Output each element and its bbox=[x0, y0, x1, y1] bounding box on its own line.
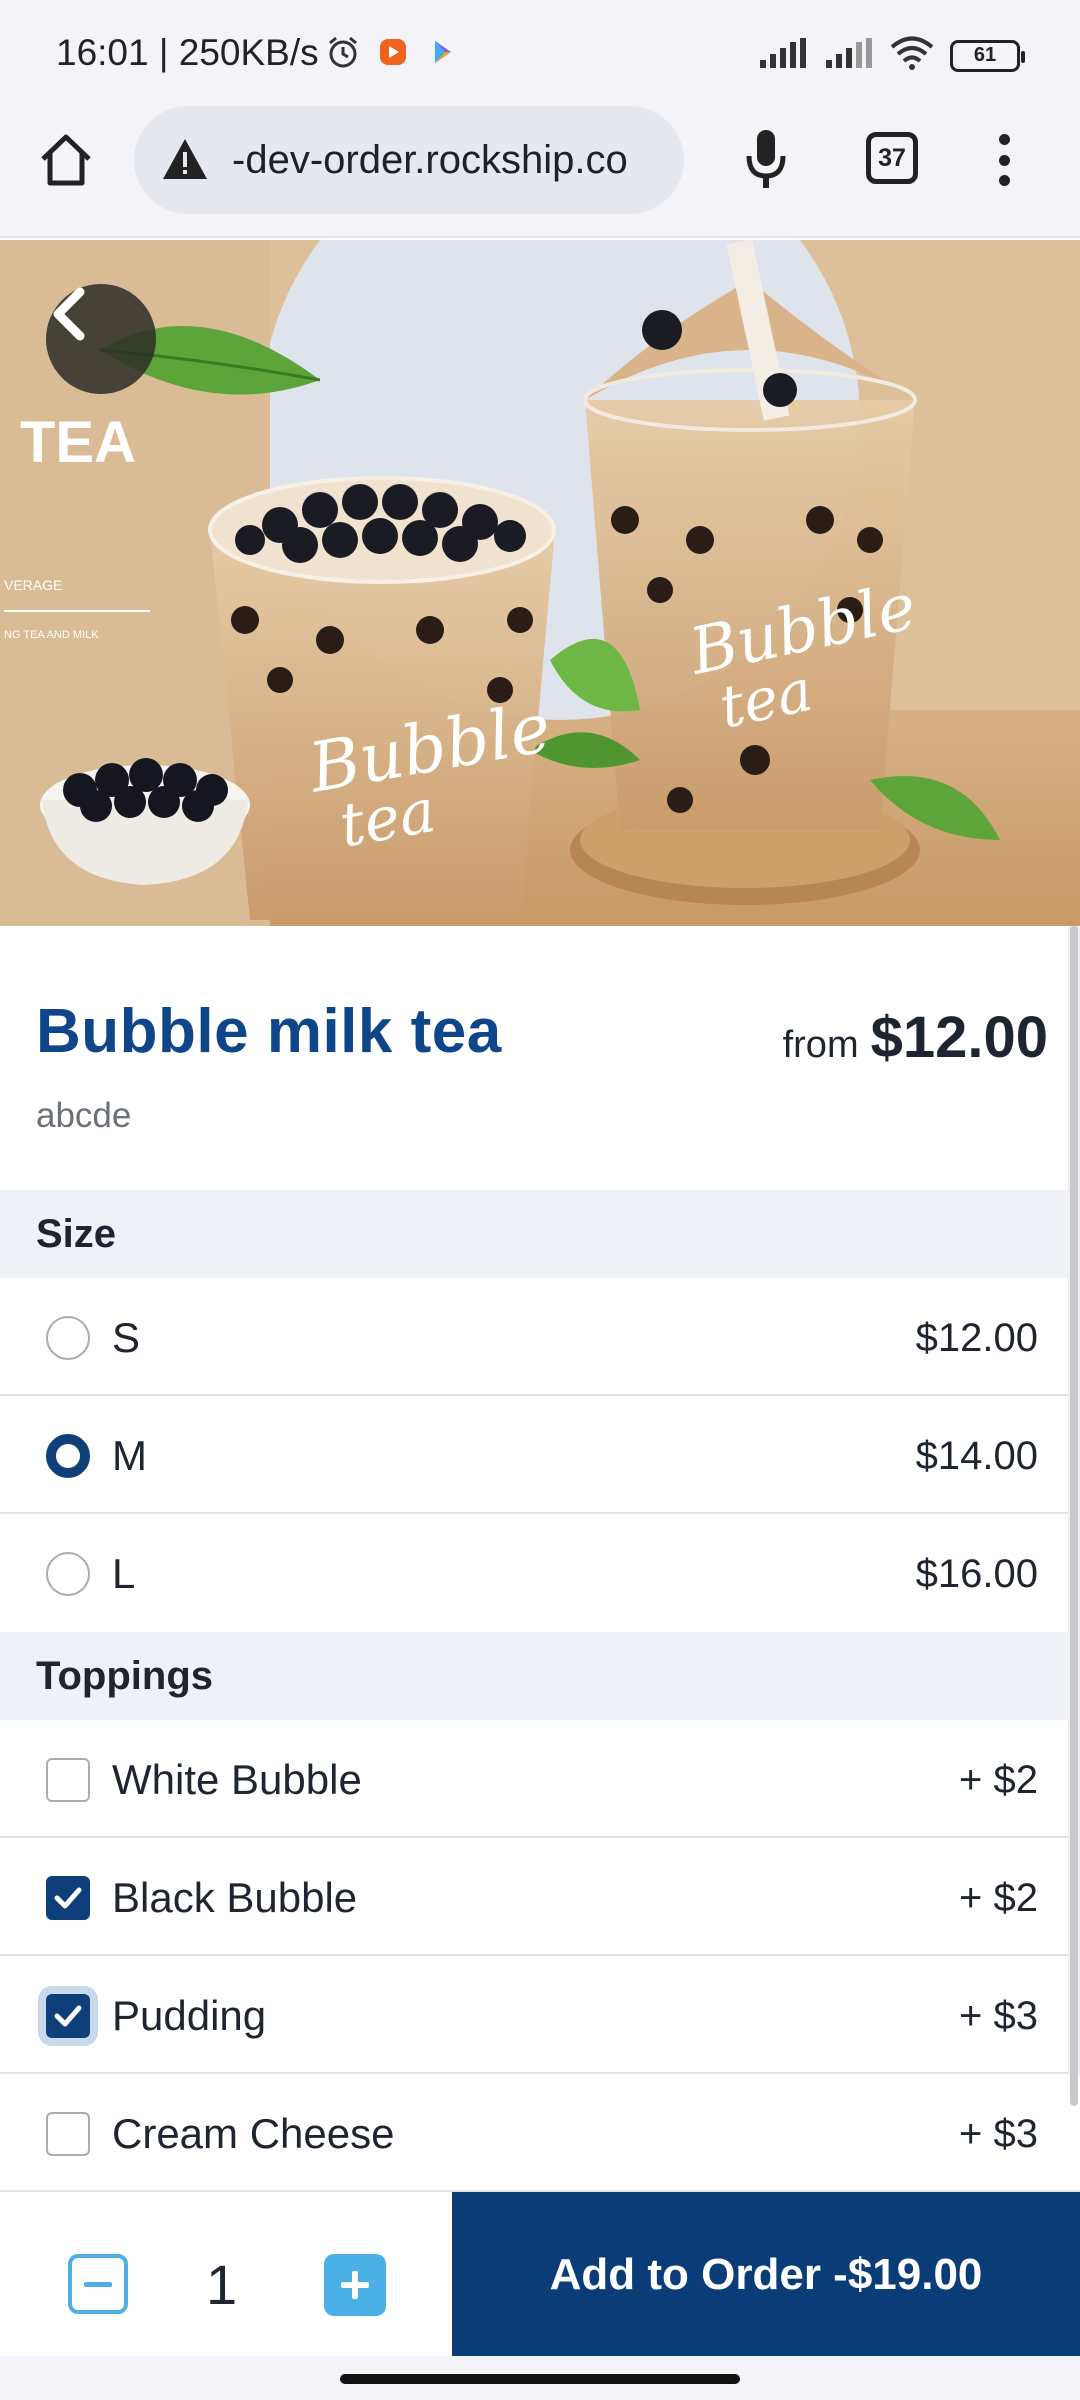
browser-toolbar: -dev-order.rockship.co 37 bbox=[0, 98, 1080, 238]
url-text: -dev-order.rockship.co bbox=[232, 137, 628, 182]
alarm-icon bbox=[325, 34, 361, 70]
bubble-tea-illustration: TEA VERAGE NG TEA AND MILK Bubble tea Bu… bbox=[0, 240, 1080, 926]
topping-price: + $2 bbox=[959, 1876, 1038, 1920]
signal-2-icon bbox=[824, 38, 874, 73]
size-option-price: $16.00 bbox=[915, 1552, 1038, 1596]
topping-white-bubble[interactable]: White Bubble + $2 bbox=[0, 1720, 1068, 1838]
size-option-label: L bbox=[112, 1550, 136, 1597]
price-prefix: from bbox=[782, 1024, 859, 1066]
size-option-price: $14.00 bbox=[915, 1434, 1038, 1478]
microphone-icon bbox=[746, 130, 786, 188]
topping-label: Black Bubble bbox=[112, 1874, 358, 1921]
play-store-icon bbox=[425, 34, 461, 70]
warning-icon bbox=[163, 139, 207, 179]
minus-icon bbox=[84, 2281, 112, 2287]
checkmark-icon bbox=[54, 1887, 82, 1909]
voice-search-button[interactable] bbox=[736, 124, 796, 196]
home-button[interactable] bbox=[30, 124, 102, 196]
checkbox-checked[interactable] bbox=[46, 1994, 90, 2038]
menu-dot-icon bbox=[998, 175, 1010, 186]
topping-label: White Bubble bbox=[112, 1756, 362, 1803]
menu-dot-icon bbox=[998, 154, 1010, 166]
topping-price: + $2 bbox=[959, 1758, 1038, 1802]
home-icon bbox=[41, 134, 91, 186]
product-price: from $12.00 bbox=[783, 1004, 1048, 1071]
size-option-label: S bbox=[112, 1314, 141, 1361]
tab-switcher-button[interactable]: 37 bbox=[866, 132, 918, 184]
svg-text:VERAGE: VERAGE bbox=[4, 577, 62, 593]
add-to-order-button[interactable]: Add to Order -$19.00 bbox=[452, 2192, 1080, 2358]
product-image: TEA VERAGE NG TEA AND MILK Bubble tea Bu… bbox=[0, 240, 1080, 926]
order-bar: 1 Add to Order -$19.00 bbox=[0, 2190, 1080, 2358]
checkbox-unchecked[interactable] bbox=[46, 2112, 90, 2156]
radio-checked[interactable] bbox=[46, 1434, 90, 1478]
topping-black-bubble[interactable]: Black Bubble + $2 bbox=[0, 1838, 1068, 1956]
size-option-m[interactable]: M $14.00 bbox=[0, 1396, 1068, 1514]
video-app-icon bbox=[375, 34, 411, 70]
menu-dot-icon bbox=[998, 134, 1010, 145]
topping-label: Cream Cheese bbox=[112, 2110, 395, 2157]
radio-unchecked[interactable] bbox=[46, 1552, 90, 1596]
quantity-decrease-button[interactable] bbox=[68, 2254, 128, 2314]
product-description: abcde bbox=[36, 1096, 132, 1135]
toppings-title: Toppings bbox=[36, 1654, 213, 1698]
topping-label: Pudding bbox=[112, 1992, 267, 2039]
product-header: Bubble milk tea from $12.00 abcde bbox=[0, 926, 1068, 1190]
status-bar: 16:01 | 250KB/s 61 bbox=[0, 0, 1080, 98]
checkmark-icon bbox=[54, 2005, 82, 2027]
topping-cream-cheese[interactable]: Cream Cheese + $3 bbox=[0, 2074, 1068, 2192]
quantity-increase-button[interactable] bbox=[324, 2254, 386, 2316]
size-title: Size bbox=[36, 1212, 117, 1256]
checkbox-checked[interactable] bbox=[46, 1876, 90, 1920]
wifi-icon bbox=[890, 36, 934, 75]
battery-indicator: 61 bbox=[950, 39, 1025, 72]
status-notification-icons bbox=[325, 34, 461, 70]
signal-icon bbox=[758, 38, 808, 73]
status-time: 16:01 | 250KB/s bbox=[56, 32, 319, 73]
radio-unchecked[interactable] bbox=[46, 1316, 90, 1360]
gesture-nav-handle[interactable] bbox=[340, 2374, 740, 2384]
quantity-value: 1 bbox=[206, 2253, 238, 2316]
status-system-icons: 61 bbox=[758, 36, 1025, 75]
plus-icon bbox=[341, 2271, 369, 2299]
address-bar[interactable]: -dev-order.rockship.co bbox=[134, 106, 684, 214]
size-section-header: Size bbox=[0, 1190, 1068, 1278]
price-value: $12.00 bbox=[870, 1005, 1048, 1070]
chevron-left-icon bbox=[53, 287, 85, 341]
topping-pudding[interactable]: Pudding + $3 bbox=[0, 1956, 1068, 2074]
hero-text-tea: TEA bbox=[20, 410, 136, 475]
topping-price: + $3 bbox=[959, 1994, 1038, 2038]
checkbox-unchecked[interactable] bbox=[46, 1758, 90, 1802]
svg-text:NG TEA AND MILK: NG TEA AND MILK bbox=[4, 629, 99, 641]
topping-price: + $3 bbox=[959, 2112, 1038, 2156]
size-option-price: $12.00 bbox=[915, 1316, 1038, 1360]
scrollbar-thumb[interactable] bbox=[1070, 926, 1078, 2106]
size-option-label: M bbox=[112, 1432, 147, 1479]
product-title: Bubble milk tea bbox=[36, 997, 502, 1066]
toppings-section-header: Toppings bbox=[0, 1632, 1068, 1720]
more-menu-button[interactable] bbox=[984, 128, 1024, 192]
size-option-l[interactable]: L $16.00 bbox=[0, 1514, 1068, 1632]
size-option-s[interactable]: S $12.00 bbox=[0, 1278, 1068, 1396]
back-button[interactable] bbox=[46, 284, 156, 394]
